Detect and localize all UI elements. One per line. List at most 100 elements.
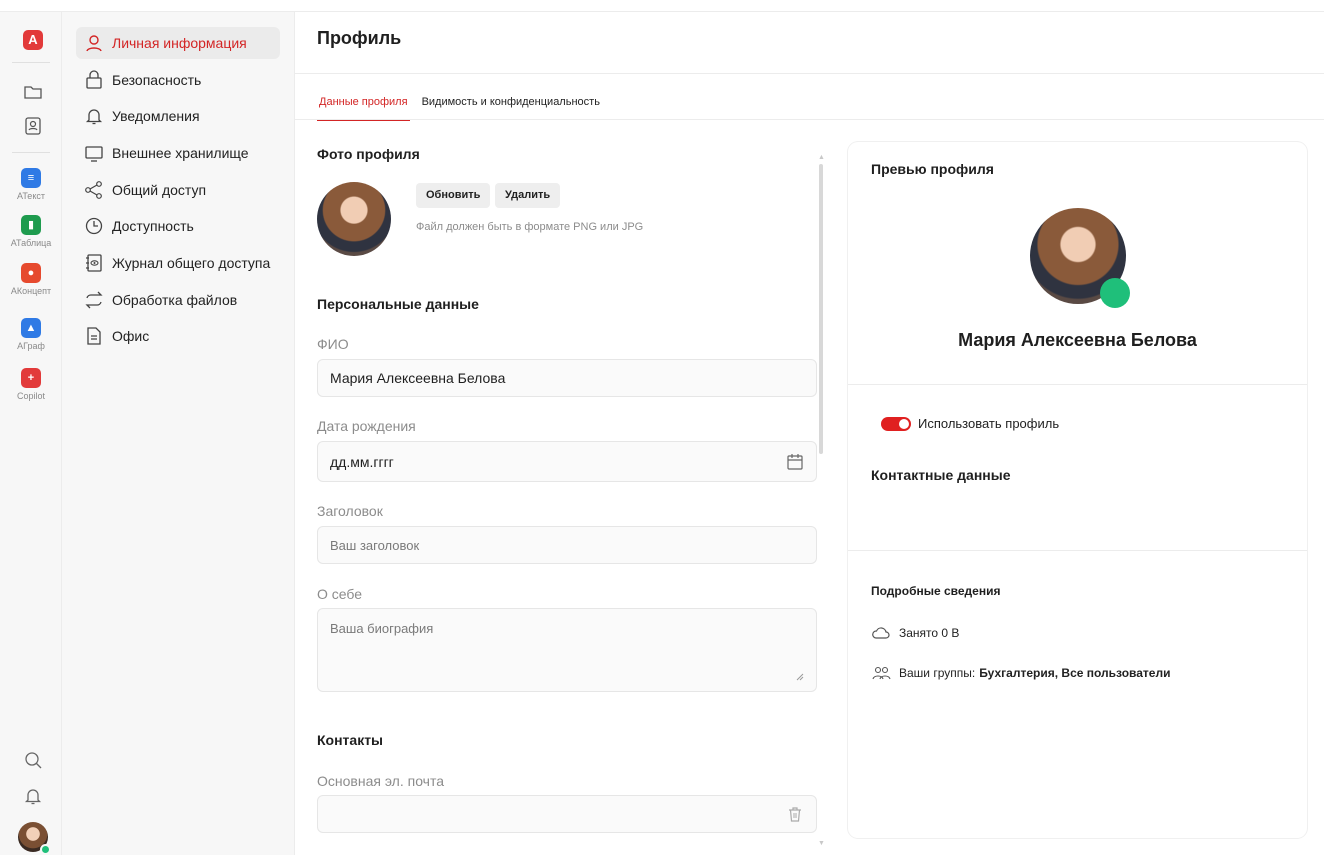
rail-divider (12, 152, 50, 153)
use-profile-label: Использовать профиль (918, 416, 1060, 431)
sidebar-item-external-storage[interactable]: Внешнее хранилище (76, 137, 280, 169)
bell-icon[interactable] (23, 786, 43, 806)
toggle-knob (899, 419, 909, 429)
storage-row: Занято 0 В (871, 625, 959, 641)
trash-icon[interactable] (786, 805, 804, 823)
clock-icon (85, 217, 103, 235)
update-photo-button[interactable]: Обновить (416, 183, 491, 208)
contacts-icon[interactable] (23, 116, 43, 136)
birth-date-placeholder: дд.мм.гггг (330, 453, 394, 470)
resize-handle-icon[interactable] (795, 672, 804, 681)
app-agraph[interactable]: ▲ АГраф (0, 318, 62, 351)
contacts-heading: Контакты (317, 732, 384, 748)
sidebar-item-label: Офис (112, 328, 150, 344)
photo-heading: Фото профиля (317, 146, 420, 162)
main-content: Профиль Данные профиля Видимость и конфи… (295, 12, 1324, 855)
document-icon (87, 327, 101, 345)
groups-row: Ваши группы: Бухгалтерия, Все пользовате… (871, 665, 1170, 681)
headline-label: Заголовок (317, 503, 383, 519)
search-icon[interactable] (23, 750, 43, 770)
about-label: О себе (317, 586, 363, 602)
sidebar-item-label: Обработка файлов (112, 292, 238, 308)
personal-data-heading: Персональные данные (317, 296, 479, 312)
preview-divider (848, 550, 1307, 551)
groups-value: Бухгалтерия, Все пользователи (979, 666, 1171, 680)
delete-photo-button[interactable]: Удалить (495, 183, 561, 208)
sidebar-item-label: Общий доступ (112, 182, 207, 198)
rail-divider (12, 62, 50, 63)
folder-icon[interactable] (23, 82, 43, 102)
sidebar-item-sharing-log[interactable]: Журнал общего доступа (76, 247, 280, 279)
scroll-up-arrow[interactable]: ▲ (818, 154, 825, 161)
app-aconcept[interactable]: ● АКонцепт (0, 263, 62, 296)
sidebar-item-office[interactable]: Офис (76, 320, 280, 352)
app-label: Copilot (16, 391, 45, 401)
sidebar-item-label: Журнал общего доступа (112, 255, 271, 271)
online-status-dot (40, 844, 51, 855)
birth-date-label: Дата рождения (317, 418, 416, 434)
sidebar-item-personal-info[interactable]: Личная информация (76, 27, 280, 59)
scroll-down-arrow[interactable]: ▼ (818, 840, 825, 847)
calendar-icon[interactable] (786, 453, 804, 471)
app-label: АГраф (17, 341, 45, 351)
app-atext[interactable]: ≡ АТекст (0, 168, 62, 201)
monitor-icon (85, 146, 103, 162)
sidebar-item-label: Безопасность (112, 72, 202, 88)
app-label: АТаблица (10, 238, 52, 248)
email-field[interactable] (317, 795, 817, 833)
groups-prefix: Ваши группы: (899, 666, 976, 680)
bell-icon (85, 109, 103, 125)
sidebar-item-notifications[interactable]: Уведомления (76, 100, 280, 132)
settings-sidebar: Личная информация Безопасность Уведомлен… (62, 12, 295, 855)
sidebar-item-security[interactable]: Безопасность (76, 64, 280, 96)
top-border (0, 0, 1324, 12)
profile-photo (317, 182, 391, 256)
about-textarea[interactable]: Ваша биография (317, 608, 817, 692)
header-divider (295, 73, 1324, 74)
app-label: АКонцепт (10, 286, 52, 296)
fio-value: Мария Алексеевна Белова (330, 370, 506, 386)
birth-date-field[interactable]: дд.мм.гггг (317, 441, 817, 482)
preview-title: Превью профиля (871, 161, 994, 177)
preview-status-dot (1100, 278, 1130, 308)
app-logo[interactable]: A (23, 30, 43, 50)
sidebar-item-label: Доступность (112, 218, 194, 234)
headline-placeholder: Ваш заголовок (330, 537, 420, 553)
preview-divider (848, 384, 1307, 385)
user-avatar[interactable] (18, 822, 51, 855)
tab-visibility-privacy[interactable]: Видимость и конфиденциальность (422, 92, 600, 121)
users-icon (872, 666, 891, 680)
about-placeholder: Ваша биография (330, 621, 434, 636)
sync-icon (85, 291, 103, 309)
atext-icon: ≡ (21, 168, 41, 188)
profile-form: Фото профиля Обновить Удалить Файл долже… (295, 120, 825, 855)
preview-name: Мария Алексеевна Белова (958, 330, 1197, 350)
fio-field[interactable]: Мария Алексеевна Белова (317, 359, 817, 397)
email-label: Основная эл. почта (317, 773, 445, 789)
app-atable[interactable]: ▮ АТаблица (0, 215, 62, 248)
form-scrollbar[interactable] (819, 164, 823, 454)
profile-tabs: Данные профиля Видимость и конфиденциаль… (317, 92, 612, 121)
use-profile-toggle[interactable] (881, 417, 911, 431)
storage-text: Занято 0 В (899, 626, 960, 640)
sidebar-item-file-processing[interactable]: Обработка файлов (76, 284, 280, 316)
details-heading: Подробные сведения (871, 584, 1001, 598)
cloud-icon (872, 627, 890, 639)
aconcept-icon: ● (21, 263, 41, 283)
eye-log-icon (86, 254, 102, 272)
tab-profile-data[interactable]: Данные профиля (317, 92, 410, 121)
sidebar-item-sharing[interactable]: Общий доступ (76, 174, 280, 206)
profile-preview-card: Превью профиля Мария Алексеевна Белова И… (848, 142, 1307, 838)
agraph-icon: ▲ (21, 318, 41, 338)
sidebar-item-label: Уведомления (112, 108, 200, 124)
app-rail: A ≡ АТекст ▮ АТаблица ● АКонцепт ▲ АГраф… (0, 12, 62, 855)
lock-icon (86, 70, 102, 89)
photo-format-hint: Файл должен быть в формате PNG или JPG (416, 221, 644, 233)
page-title: Профиль (317, 28, 402, 48)
fio-label: ФИО (317, 336, 349, 352)
share-icon (85, 181, 102, 199)
app-copilot[interactable]: + Copilot (0, 368, 62, 401)
user-icon (86, 35, 102, 52)
headline-field[interactable]: Ваш заголовок (317, 526, 817, 564)
sidebar-item-accessibility[interactable]: Доступность (76, 210, 280, 242)
